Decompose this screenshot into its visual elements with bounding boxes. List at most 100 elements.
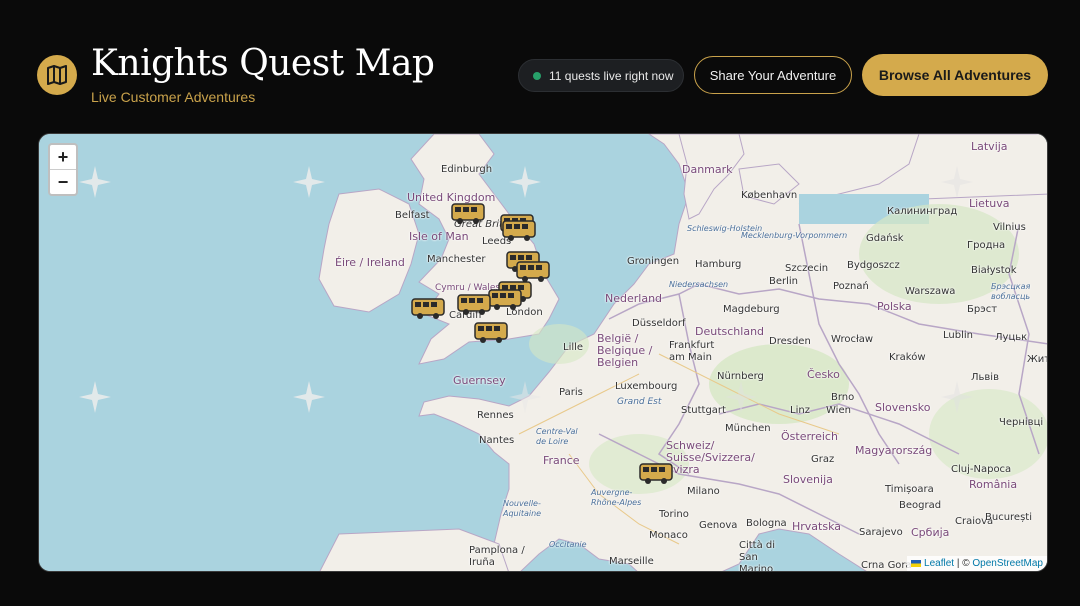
map-label: Brno — [831, 392, 855, 403]
map-label: Belfast — [395, 210, 430, 221]
map-label: Wrocław — [831, 334, 874, 345]
map-label: Warszawa — [905, 286, 956, 297]
map-label: Białystok — [971, 265, 1017, 276]
map-label: Nantes — [479, 435, 515, 446]
map-label: Magdeburg — [723, 304, 780, 315]
bus-icon[interactable] — [488, 288, 522, 312]
map-label: Rennes — [477, 410, 514, 421]
map-label: Hrvatska — [792, 520, 842, 533]
map-label: Guernsey — [453, 374, 506, 387]
map-label: Centre-Val de Loire — [536, 427, 578, 446]
map-label: Stuttgart — [681, 405, 726, 416]
map-label: Groningen — [627, 256, 680, 267]
leaflet-link[interactable]: Leaflet — [924, 558, 954, 569]
map-label: Milano — [687, 486, 720, 497]
bus-icon[interactable] — [451, 202, 485, 226]
map-container[interactable]: Edinburgh United Kingdom Great Britain B… — [38, 133, 1048, 572]
map-label: Edinburgh — [441, 164, 493, 175]
header: Knights Quest Map Live Customer Adventur… — [0, 0, 1080, 130]
bus-icon[interactable] — [502, 219, 536, 243]
attribution-separator: | © — [954, 558, 973, 569]
map-label: Mecklenburg-Vorpommern — [741, 231, 848, 240]
map-label: Жит — [1027, 354, 1048, 365]
sparkle-icon — [509, 381, 541, 413]
map-label: Kraków — [889, 352, 926, 363]
share-adventure-button[interactable]: Share Your Adventure — [694, 56, 852, 94]
map-label: Deutschland — [695, 325, 765, 338]
bus-icon[interactable] — [639, 462, 673, 486]
map-label: Луцьк — [995, 332, 1028, 343]
map-label: Pamplona / Iruña — [469, 545, 525, 568]
map-label: Wien — [826, 405, 851, 416]
map-label: Luxembourg — [615, 381, 678, 392]
map-label: Timișoara — [885, 484, 934, 495]
map-label: Dresden — [769, 336, 811, 347]
map-label: Nederland — [605, 292, 663, 305]
sparkle-icon — [293, 381, 325, 413]
sparkle-icon — [509, 166, 541, 198]
live-status-badge: 11 quests live right now — [518, 59, 684, 92]
map-label: Crna Gora — [861, 560, 912, 571]
live-dot-icon — [533, 71, 541, 80]
map-label: Éire / Ireland — [335, 256, 405, 269]
map-label: Lietuva — [969, 197, 1010, 210]
map-label: Bydgoszcz — [847, 260, 900, 271]
bus-icon[interactable] — [411, 297, 445, 321]
map-label: Niedersachsen — [669, 280, 729, 289]
map-label: Калининград — [887, 206, 958, 217]
map-label: Graz — [811, 454, 835, 465]
map-label: Occitanie — [549, 540, 587, 549]
page-subtitle: Live Customer Adventures — [91, 89, 256, 105]
map-label: Poznań — [833, 281, 869, 292]
map-label: Latvija — [971, 140, 1008, 153]
map-label: België / Belgique / Belgien — [597, 332, 653, 369]
sparkle-icon — [941, 381, 973, 413]
browse-adventures-button[interactable]: Browse All Adventures — [862, 54, 1048, 96]
live-status-text: 11 quests live right now — [549, 68, 674, 83]
sparkle-icon — [725, 381, 757, 413]
map-label: Città di San Marino — [739, 540, 776, 572]
map-label: Torino — [659, 509, 689, 520]
map-label: Szczecin — [785, 263, 829, 274]
map-label: România — [969, 478, 1018, 491]
map-label: Lublin — [943, 330, 973, 341]
ukraine-flag-icon — [911, 559, 922, 567]
openstreetmap-link[interactable]: OpenStreetMap — [972, 558, 1043, 569]
map-label: Bologna — [746, 518, 787, 529]
map-label: Düsseldorf — [632, 318, 686, 329]
map-label: Lille — [563, 342, 584, 353]
map-label: Česko — [807, 368, 840, 381]
zoom-out-button[interactable]: − — [50, 169, 76, 194]
map-label: Nouvelle-Aquitaine — [503, 499, 542, 518]
map-label: Genova — [699, 520, 738, 531]
map-label: Schweiz/ Suisse/Svizzera/ Svizra — [666, 439, 755, 476]
map-label: Львів — [971, 372, 999, 383]
map-label: Beograd — [899, 500, 942, 511]
map-label: Auvergne-Rhône-Alpes — [591, 488, 642, 507]
map-label: Slovenija — [783, 473, 833, 486]
zoom-control: + − — [48, 143, 78, 196]
map-label: Гродна — [967, 240, 1006, 251]
map-label: Gdańsk — [866, 233, 904, 244]
map-label: Paris — [559, 387, 583, 398]
book-map-icon — [37, 55, 77, 95]
map-label: Danmark — [682, 163, 733, 176]
bus-icon[interactable] — [457, 293, 491, 317]
map-label: Cluj-Napoca — [951, 464, 1012, 475]
zoom-in-button[interactable]: + — [50, 145, 76, 169]
map-label: Polska — [877, 300, 912, 313]
sparkle-icon — [941, 166, 973, 198]
map-label: Чернівці — [999, 417, 1044, 428]
map-label: Србија — [911, 526, 950, 539]
map-label: Vilnius — [993, 222, 1026, 233]
map-label: Nürnberg — [717, 371, 764, 382]
map-label: Linz — [790, 405, 810, 416]
map-label: București — [985, 512, 1032, 523]
map-label: København — [741, 190, 798, 201]
bus-icon[interactable] — [474, 321, 508, 345]
map-label: Österreich — [781, 430, 838, 443]
map-label: Grand Est — [617, 397, 662, 407]
map-label: Manchester — [427, 254, 486, 265]
map-label: Magyarország — [855, 444, 933, 457]
map-label: München — [725, 423, 771, 434]
